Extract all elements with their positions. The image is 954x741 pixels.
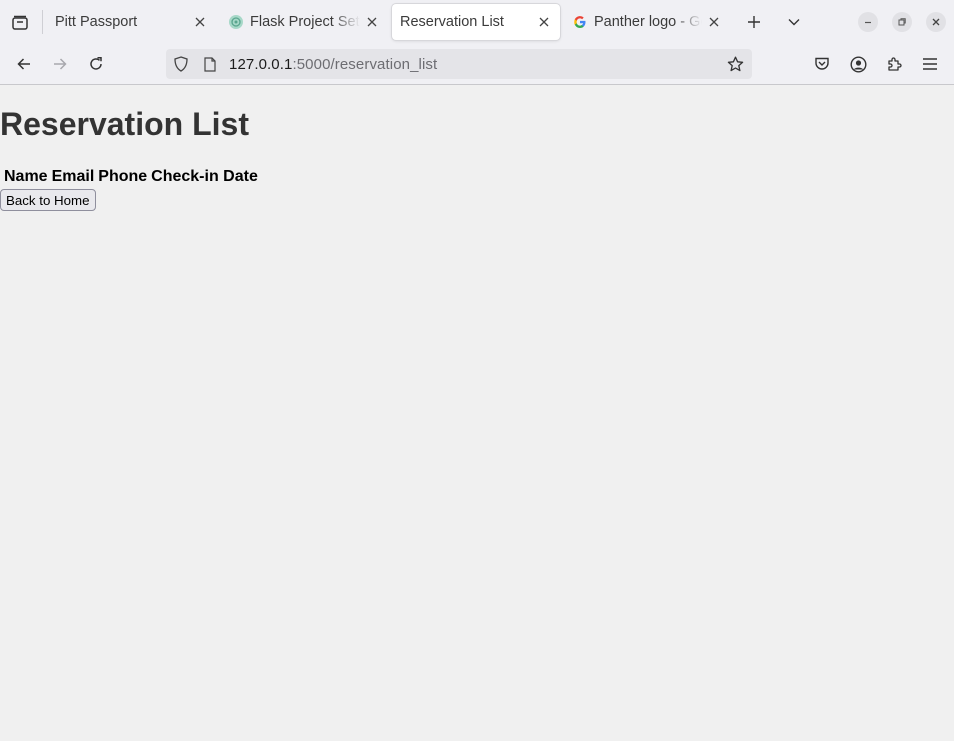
extensions-puzzle-icon[interactable]: [882, 52, 906, 76]
firefox-view-icon[interactable]: [8, 11, 32, 35]
column-header-check-in-date: Check-in Date: [151, 168, 258, 185]
tab-reservation-list[interactable]: Reservation List: [392, 4, 560, 40]
url-path: :5000/reservation_list: [292, 56, 438, 73]
close-icon[interactable]: [192, 14, 208, 30]
url-text: 127.0.0.1:5000/reservation_list: [229, 56, 437, 73]
url-host: 127.0.0.1: [229, 56, 293, 73]
tab-bar: Pitt Passport Flask Project Setu Reserva…: [0, 0, 954, 44]
close-icon[interactable]: [364, 14, 380, 30]
close-icon[interactable]: [706, 14, 722, 30]
tracking-protection-shield-icon[interactable]: [173, 56, 189, 72]
tab-flask-project[interactable]: Flask Project Setu: [220, 4, 388, 40]
column-header-email: Email: [51, 168, 95, 185]
reload-icon[interactable]: [84, 52, 108, 76]
bookmark-star-icon[interactable]: [726, 55, 744, 73]
browser-chrome: Pitt Passport Flask Project Setu Reserva…: [0, 0, 954, 85]
tab-panther-logo[interactable]: Panther logo - Go: [564, 4, 726, 40]
forward-arrow-icon[interactable]: [48, 52, 72, 76]
minimize-window-icon[interactable]: [858, 12, 878, 32]
tab-label: Reservation List: [400, 14, 504, 30]
address-bar[interactable]: 127.0.0.1:5000/reservation_list: [166, 49, 752, 79]
page-content: Reservation List Name Email Phone Check-…: [0, 85, 954, 741]
table-header-row: Name Email Phone Check-in Date: [3, 167, 259, 187]
chatgpt-favicon-icon: [228, 14, 244, 30]
page-info-icon[interactable]: [202, 56, 218, 72]
navigation-bar: 127.0.0.1:5000/reservation_list: [0, 44, 954, 84]
back-arrow-icon[interactable]: [12, 52, 36, 76]
pocket-icon[interactable]: [810, 52, 834, 76]
tab-label: Flask Project Setu: [250, 14, 360, 30]
hamburger-menu-icon[interactable]: [918, 52, 942, 76]
back-to-home-button[interactable]: Back to Home: [0, 189, 96, 211]
new-tab-plus-icon[interactable]: [742, 10, 766, 34]
restore-window-icon[interactable]: [892, 12, 912, 32]
list-tabs-chevron-down-icon[interactable]: [782, 10, 806, 34]
google-favicon-icon: [572, 14, 588, 30]
tab-pitt-passport[interactable]: Pitt Passport: [46, 4, 216, 40]
column-header-name: Name: [4, 168, 48, 185]
tab-separator: [42, 10, 43, 34]
tab-label: Panther logo - Go: [594, 14, 702, 30]
account-avatar-icon[interactable]: [846, 52, 870, 76]
close-icon[interactable]: [536, 14, 552, 30]
page-title: Reservation List: [0, 106, 249, 142]
tab-label: Pitt Passport: [55, 14, 138, 30]
reservation-table: Name Email Phone Check-in Date: [1, 165, 261, 189]
close-window-icon[interactable]: [926, 12, 946, 32]
column-header-phone: Phone: [98, 168, 148, 185]
